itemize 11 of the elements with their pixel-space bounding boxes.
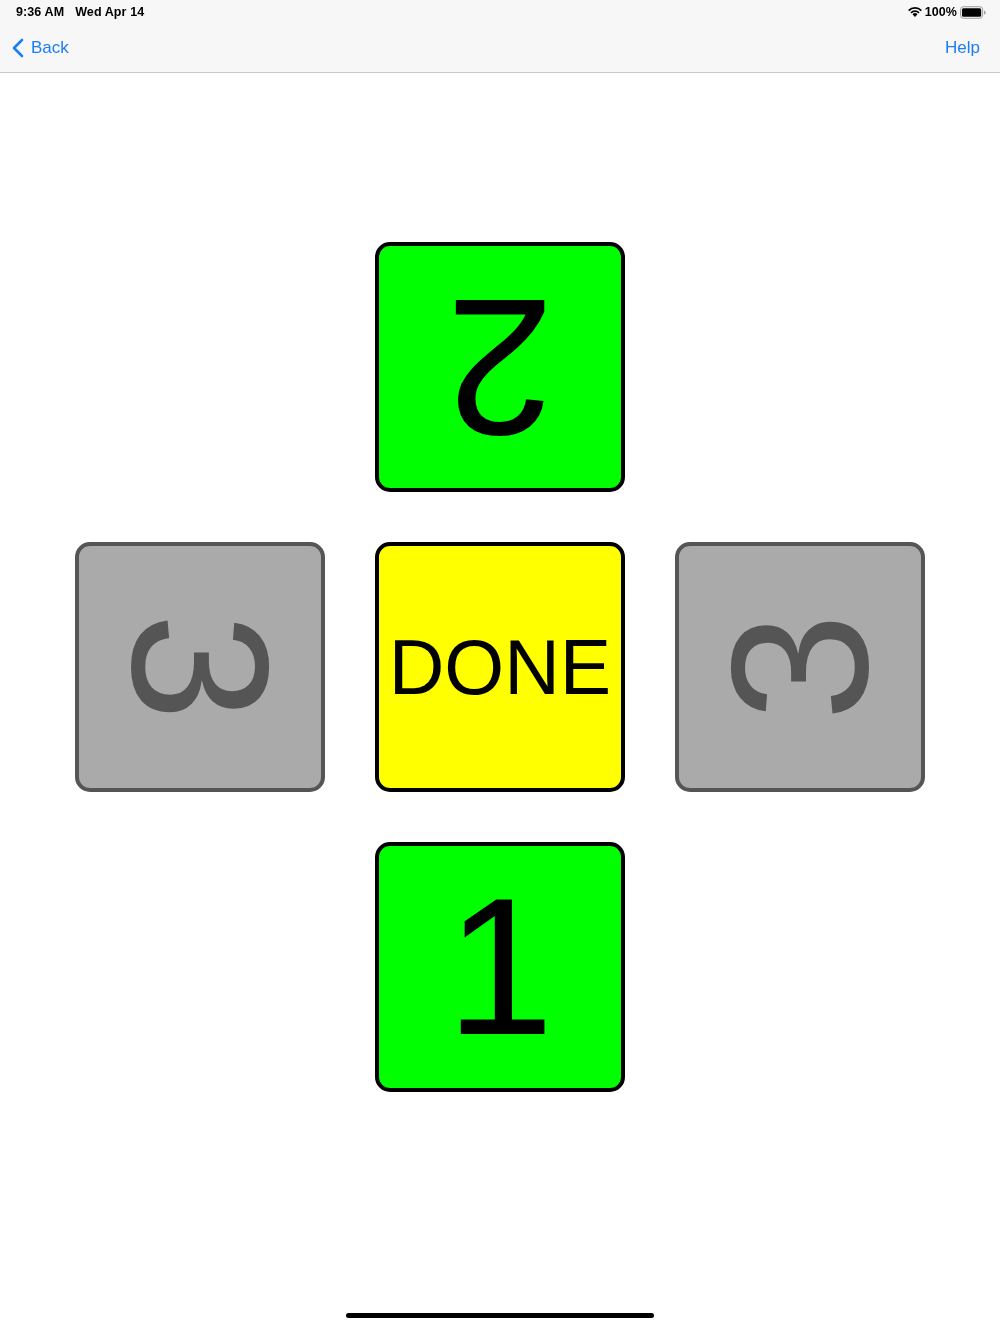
back-button[interactable]: Back <box>12 38 69 58</box>
battery-percentage: 100% <box>924 5 957 19</box>
wifi-icon <box>907 7 922 17</box>
battery-icon <box>960 5 986 19</box>
help-button[interactable]: Help <box>945 38 980 58</box>
status-time: 9:36 AM <box>16 5 65 19</box>
done-tile[interactable]: DONE <box>375 542 625 792</box>
number-tile[interactable]: 2 <box>375 242 625 492</box>
number-tile[interactable]: 1 <box>375 842 625 1092</box>
chevron-left-icon <box>12 38 24 58</box>
status-date: Wed Apr 14 <box>75 5 145 19</box>
